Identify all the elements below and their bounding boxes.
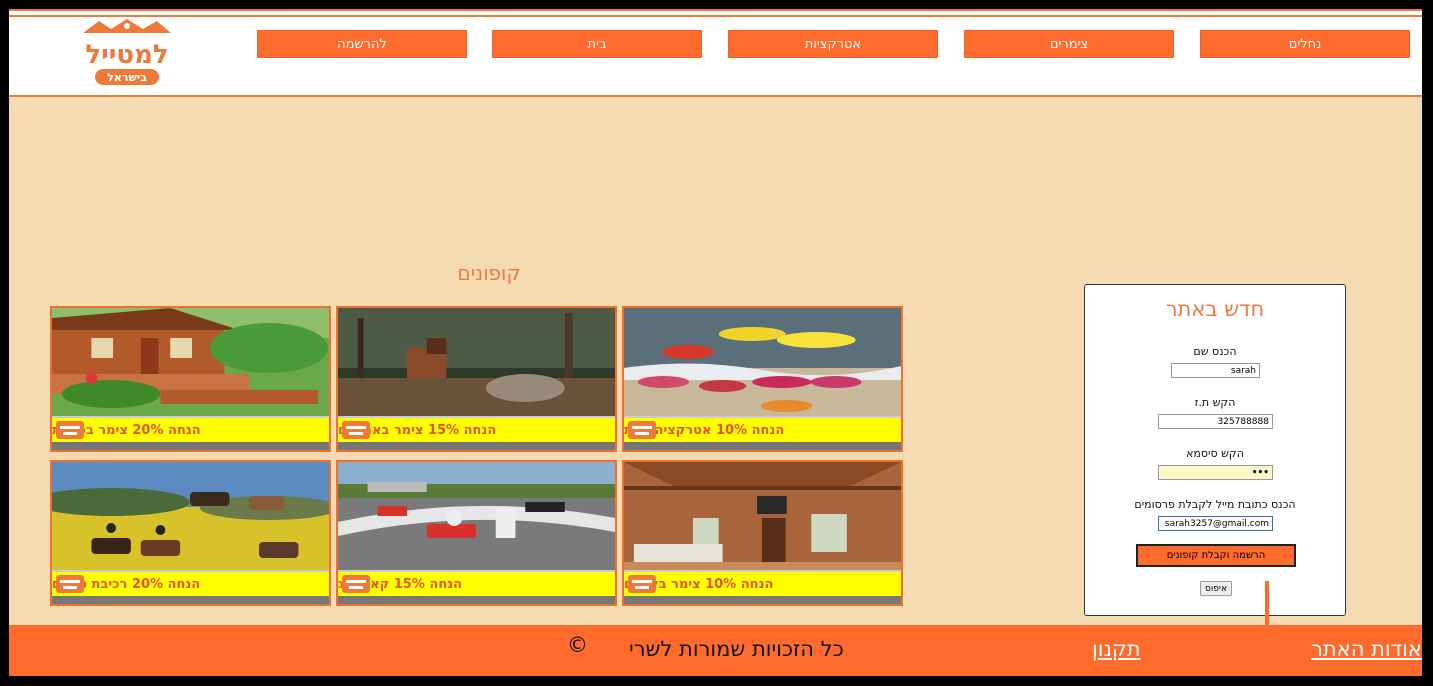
coupon-logo-icon bbox=[628, 575, 656, 593]
coupon-logo-icon bbox=[56, 421, 84, 439]
about-link[interactable]: אודות האתר bbox=[1311, 637, 1422, 661]
coupons-title: קופונים bbox=[457, 261, 521, 285]
coupon-strip bbox=[338, 596, 615, 604]
logo-main-text: למטייל bbox=[85, 40, 168, 70]
coupon-karting[interactable]: הנחה 15% קארטינג bbox=[336, 460, 617, 606]
header: למטייל בישראל להרשמה בית אטרקציות צימרים… bbox=[9, 9, 1422, 97]
email-input[interactable] bbox=[1158, 516, 1273, 531]
coupon-label: הנחה 20% צימר בכלנית bbox=[52, 418, 329, 442]
password-input[interactable] bbox=[1158, 465, 1273, 480]
page: למטייל בישראל להרשמה בית אטרקציות צימרים… bbox=[9, 9, 1422, 676]
copyright-text: כל הזכויות שמורות לשרי bbox=[629, 637, 844, 661]
coupon-cabin-levanim[interactable]: הנחה 10% צימר בלבנים bbox=[622, 460, 903, 606]
header-top-line bbox=[9, 15, 1422, 17]
coupon-strip bbox=[624, 442, 901, 450]
email-label: הכנס כתובת מייל לקבלת פרסומים bbox=[1134, 498, 1296, 511]
nav-cabins[interactable]: צימרים bbox=[964, 30, 1174, 58]
coupon-cabin-kalanit[interactable]: הנחה 20% צימר בכלנית bbox=[50, 306, 331, 452]
nav-streams[interactable]: נחלים bbox=[1200, 30, 1410, 58]
password-label: הקש סיסמא bbox=[1186, 447, 1244, 460]
form-connector bbox=[1265, 581, 1269, 625]
coupon-cabin-amirim[interactable]: הנחה 15% צימר באמירים bbox=[336, 306, 617, 452]
nav-home[interactable]: בית bbox=[492, 30, 702, 58]
site-logo[interactable]: למטייל בישראל bbox=[77, 17, 177, 89]
name-label: הכנס שם bbox=[1193, 345, 1237, 358]
cabin-kalanit-photo bbox=[52, 308, 329, 416]
coupon-strip bbox=[624, 596, 901, 604]
coupon-horse-riding[interactable]: הנחה 20% רכיבת סוסים bbox=[50, 460, 331, 606]
coupon-logo-icon bbox=[56, 575, 84, 593]
karting-photo bbox=[338, 462, 615, 570]
form-title: חדש באתר bbox=[1165, 297, 1265, 321]
nav-register[interactable]: להרשמה bbox=[257, 30, 467, 58]
coupon-label: הנחה 15% קארטינג bbox=[338, 572, 615, 596]
signup-form: חדש באתר הכנס שם הקש ת.ז הקש סיסמא הכנס … bbox=[1084, 284, 1346, 616]
sea-attraction-photo bbox=[624, 308, 901, 416]
coupon-label: הנחה 10% צימר בלבנים bbox=[624, 572, 901, 596]
horse-riding-photo bbox=[52, 462, 329, 570]
id-label: הקש ת.ז bbox=[1194, 396, 1236, 409]
logo-sub-text: בישראל bbox=[107, 71, 147, 84]
coupon-strip bbox=[52, 596, 329, 604]
coupon-sea-attraction[interactable]: הנחה 10% אטרקציה ימית bbox=[622, 306, 903, 452]
footer: © כל הזכויות שמורות לשרי תקנון אודות האת… bbox=[9, 625, 1422, 676]
coupon-strip bbox=[338, 442, 615, 450]
signup-submit-button[interactable]: הרשמה וקבלת קופונים bbox=[1136, 544, 1296, 567]
coupon-label: הנחה 15% צימר באמירים bbox=[338, 418, 615, 442]
coupon-label: הנחה 10% אטרקציה ימית bbox=[624, 418, 901, 442]
copyright-symbol: © bbox=[567, 633, 588, 657]
coupon-label: הנחה 20% רכיבת סוסים bbox=[52, 572, 329, 596]
coupon-logo-icon bbox=[342, 421, 370, 439]
cabin-amirim-photo bbox=[338, 308, 615, 416]
name-input[interactable] bbox=[1171, 363, 1260, 378]
reset-button[interactable]: איפוס bbox=[1200, 581, 1232, 596]
nav-attractions[interactable]: אטרקציות bbox=[728, 30, 938, 58]
coupon-strip bbox=[52, 442, 329, 450]
id-input[interactable] bbox=[1158, 414, 1273, 429]
terms-link[interactable]: תקנון bbox=[1092, 637, 1141, 661]
coupon-logo-icon bbox=[628, 421, 656, 439]
coupon-logo-icon bbox=[342, 575, 370, 593]
cabin-levanim-photo bbox=[624, 462, 901, 570]
